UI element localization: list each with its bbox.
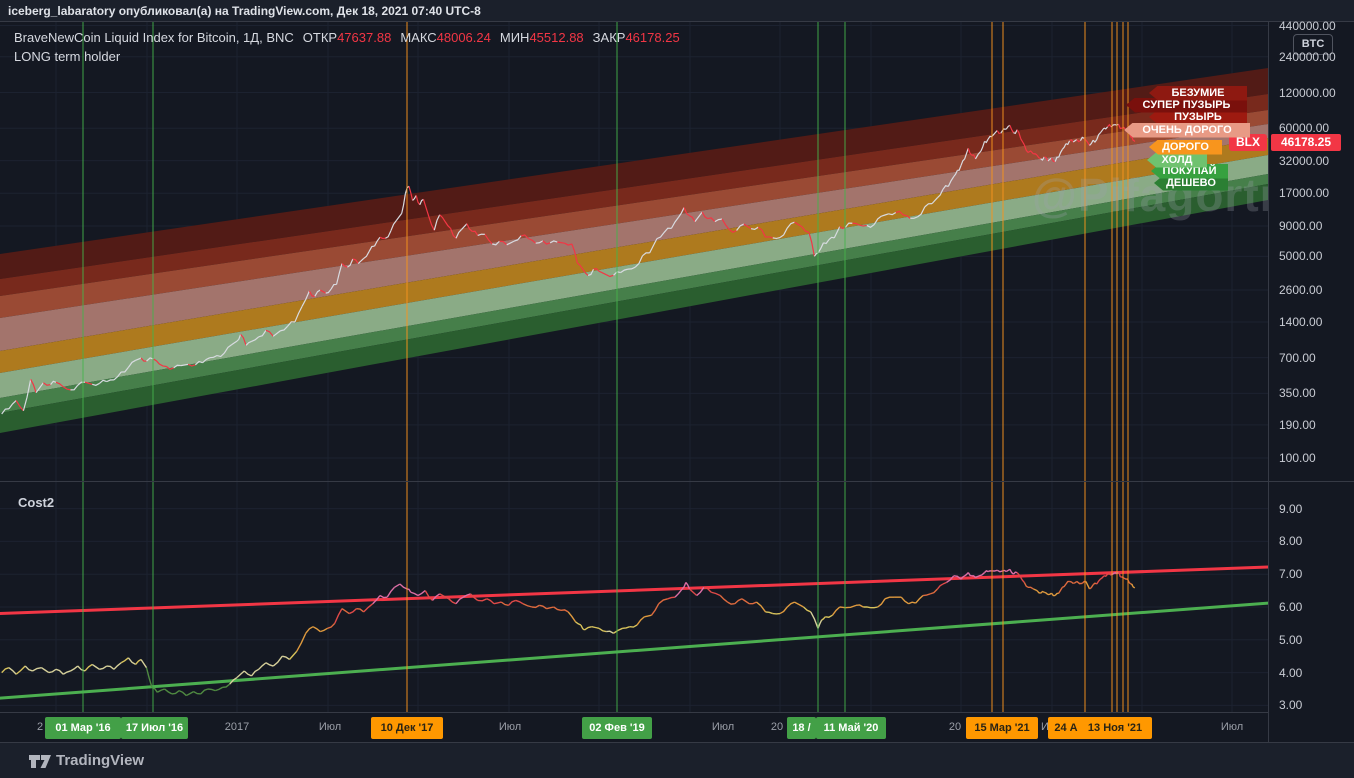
time-event-label: 01 Мар '16 [45,717,121,739]
tradingview-snapshot: iceberg_labaratory опубликовал(а) на Tra… [0,0,1354,778]
footer-brand[interactable]: TradingView [56,752,144,769]
price-axis-tick: 2600.00 [1279,283,1323,298]
zone-label: БЕЗУМИЕ [1149,85,1247,101]
time-axis-tick: 2 [36,721,44,733]
price-axis-tick: 17000.00 [1279,186,1330,201]
ohlc-label: МАКС [400,30,437,45]
chart-plot-area[interactable]: @Pifagortrade BraveNewCoin Liquid Index … [0,22,1268,712]
ohlc-value: 48006.24 [436,30,491,45]
value-axis-tick: 4.00 [1279,665,1303,680]
chart-canvas[interactable] [0,22,1268,712]
price-axis[interactable]: BTC 440000.00 240000.00 120000.00 60000.00 3… [1268,18,1354,742]
time-event-label: 10 Дек '17 [371,717,443,739]
time-event-label: 13 Ноя '21 [1078,717,1152,739]
price-axis-tick: 240000.00 [1279,49,1336,64]
price-axis-tick: 190.00 [1279,417,1316,432]
watermark: @Pifagortrade [1032,169,1268,221]
chart-legend: BraveNewCoin Liquid Index for Bitcoin, 1… [14,30,680,64]
ohlc-values: ОТКР47637.88 МАКС48006.24 МИН45512.88 ЗАКР4… [294,30,680,45]
time-event-label: 17 Июл '16 [121,717,188,739]
last-price-label: 46178.25 [1271,133,1341,151]
publication-text: iceberg_labaratory опубликовал(а) на Tra… [8,4,481,18]
ohlc-label: ЗАКР [592,30,626,45]
zone-label: ДОРОГО [1149,139,1222,155]
price-axis-tick: 120000.00 [1279,85,1336,100]
price-axis-tick: 700.00 [1279,350,1316,365]
ohlc-value: 46178.25 [625,30,680,45]
time-event-label: 15 Мар '21 [966,717,1038,739]
footer-bar: TradingView [0,742,1354,778]
time-axis-tick: 2017 [224,721,250,733]
time-axis-tick: Июл [498,721,522,733]
value-axis-tick: 3.00 [1279,698,1303,713]
value-axis-tick: 6.00 [1279,600,1303,614]
time-axis-tick: 20 [948,721,962,733]
value-axis-tick: 5.00 [1279,632,1303,647]
time-axis[interactable]: 2 2017 Июл Июл Июл 20 20 И Июл 01 Мар '16 17 Июл '… [0,712,1268,742]
price-axis-tick: 100.00 [1279,451,1316,465]
indicator-subtitle[interactable]: LONG term holder [14,49,680,64]
time-axis-tick: Июл [711,721,735,733]
ohlc-label: ОТКР [302,30,338,45]
ohlc-value: 45512.88 [529,30,584,45]
symbol-title[interactable]: BraveNewCoin Liquid Index for Bitcoin, 1… [14,30,294,45]
lower-panel-indicator-label[interactable]: Cost2 [18,495,54,510]
panel-divider[interactable] [0,481,1354,482]
time-event-label: 11 Май '20 [816,717,886,739]
price-axis-tick: 1400.00 [1279,314,1323,329]
zone-label: ОЧЕНЬ ДОРОГО [1124,122,1250,138]
price-axis-tick: 5000.00 [1279,249,1323,264]
value-axis-tick: 9.00 [1279,501,1303,516]
value-axis-tick: 7.00 [1279,567,1303,582]
value-axis-tick: 8.00 [1279,534,1303,549]
time-event-label: 18 / [787,717,816,739]
time-axis-tick: Июл [1220,721,1244,733]
price-axis-tick: 440000.00 [1279,18,1336,33]
tradingview-logo-icon[interactable] [28,751,52,771]
price-axis-tick: 9000.00 [1279,219,1323,234]
ohlc-value: 47637.88 [337,30,392,45]
time-axis-tick: Июл [318,721,342,733]
zone-label: ХОЛД [1147,152,1207,168]
ohlc-label: МИН [499,30,530,45]
time-axis-tick: 20 [770,721,784,733]
price-axis-tick: 350.00 [1279,386,1316,401]
time-event-label: 02 Фев '19 [582,717,652,739]
price-axis-tick: 32000.00 [1279,153,1330,168]
publication-bar: iceberg_labaratory опубликовал(а) на Tra… [0,0,1354,22]
